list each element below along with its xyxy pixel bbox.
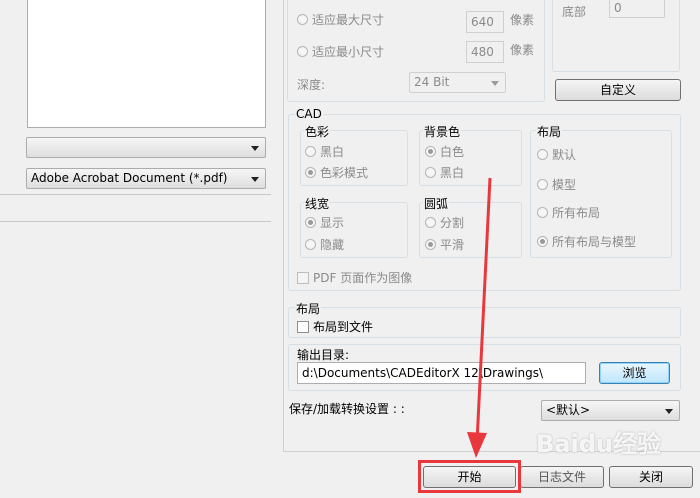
fit-min-unit: 像素 bbox=[510, 43, 535, 57]
pdf-as-image-checkbox[interactable]: PDF 页面作为图像 bbox=[297, 269, 412, 286]
chevron-down-icon bbox=[491, 81, 499, 86]
bottom-margin-input[interactable]: 0 bbox=[609, 0, 665, 18]
bottom-margin-label: 底部 bbox=[562, 5, 587, 19]
empty-dropdown[interactable] bbox=[26, 137, 266, 158]
color-bw-radio[interactable]: 黑白 bbox=[305, 143, 344, 160]
radio-icon bbox=[425, 167, 436, 178]
fit-max-radio[interactable]: 适应最大尺寸 bbox=[297, 11, 384, 28]
file-format-dropdown[interactable]: Adobe Acrobat Document (*.pdf) bbox=[26, 168, 266, 189]
close-button[interactable]: 关闭 bbox=[609, 466, 693, 488]
color-mode-radio[interactable]: 色彩模式 bbox=[305, 164, 368, 181]
radio-selected-icon bbox=[305, 167, 316, 178]
custom-button[interactable]: 自定义 bbox=[555, 79, 681, 101]
layout-title: 布局 bbox=[536, 123, 563, 140]
highlight-box bbox=[418, 460, 521, 493]
fit-min-input[interactable]: 480 bbox=[466, 41, 504, 63]
layout-model-radio[interactable]: 模型 bbox=[537, 176, 576, 193]
radio-icon bbox=[537, 179, 548, 190]
layout-all-model-radio[interactable]: 所有布局与模型 bbox=[537, 233, 636, 250]
color-title: 色彩 bbox=[304, 123, 331, 140]
layout-section-title: 布局 bbox=[295, 300, 322, 317]
radio-selected-icon bbox=[305, 217, 316, 228]
save-settings-label: 保存/加载转换设置 : : bbox=[289, 402, 405, 416]
left-divider-bottom bbox=[0, 221, 271, 222]
checkbox-icon bbox=[297, 272, 309, 284]
browse-button[interactable]: 浏览 bbox=[599, 362, 670, 384]
chevron-down-icon bbox=[251, 146, 259, 151]
radio-icon bbox=[305, 146, 316, 157]
arc-split-radio[interactable]: 分割 bbox=[425, 214, 464, 231]
layout-all-radio[interactable]: 所有布局 bbox=[537, 204, 600, 221]
annotation-arrow-icon bbox=[467, 177, 492, 458]
lineweight-show-radio[interactable]: 显示 bbox=[305, 214, 344, 231]
radio-icon bbox=[297, 14, 308, 25]
cad-title: CAD bbox=[295, 107, 323, 121]
arc-smooth-radio[interactable]: 平滑 bbox=[425, 236, 464, 253]
radio-selected-icon bbox=[425, 239, 436, 250]
left-divider bbox=[0, 194, 271, 195]
radio-selected-icon bbox=[425, 146, 436, 157]
chevron-down-icon bbox=[665, 409, 673, 414]
layout-default-radio[interactable]: 默认 bbox=[537, 146, 576, 163]
fit-max-input[interactable]: 640 bbox=[466, 11, 504, 33]
radio-icon bbox=[297, 46, 308, 57]
radio-icon bbox=[537, 207, 548, 218]
depth-dropdown[interactable]: 24 Bit bbox=[409, 72, 506, 93]
radio-selected-icon bbox=[537, 236, 548, 247]
bg-white-radio[interactable]: 白色 bbox=[425, 143, 464, 160]
bg-bw-radio[interactable]: 黑白 bbox=[425, 164, 464, 181]
fit-max-unit: 像素 bbox=[510, 13, 535, 27]
baidu-watermark: Baidu经验 bbox=[536, 430, 661, 458]
radio-icon bbox=[305, 239, 316, 250]
output-label: 输出目录: bbox=[297, 348, 350, 362]
layout-to-file-checkbox[interactable]: 布局到文件 bbox=[297, 318, 373, 335]
footer-divider bbox=[283, 0, 284, 452]
lineweight-hide-radio[interactable]: 隐藏 bbox=[305, 236, 344, 253]
preview-pane bbox=[27, 0, 266, 128]
save-settings-dropdown[interactable]: <默认> bbox=[541, 400, 680, 421]
background-title: 背景色 bbox=[423, 123, 462, 140]
lineweight-title: 线宽 bbox=[304, 195, 331, 212]
checkbox-icon bbox=[297, 321, 309, 333]
fit-min-radio[interactable]: 适应最小尺寸 bbox=[297, 43, 384, 60]
radio-icon bbox=[537, 149, 548, 160]
depth-label: 深度: bbox=[297, 78, 326, 92]
chevron-down-icon bbox=[251, 177, 259, 182]
output-path-input[interactable]: d:\Documents\CADEditorX 12\Drawings\ bbox=[297, 362, 586, 384]
log-file-button[interactable]: 日志文件 bbox=[520, 466, 604, 488]
arc-title: 圆弧 bbox=[423, 195, 450, 212]
radio-icon bbox=[425, 217, 436, 228]
